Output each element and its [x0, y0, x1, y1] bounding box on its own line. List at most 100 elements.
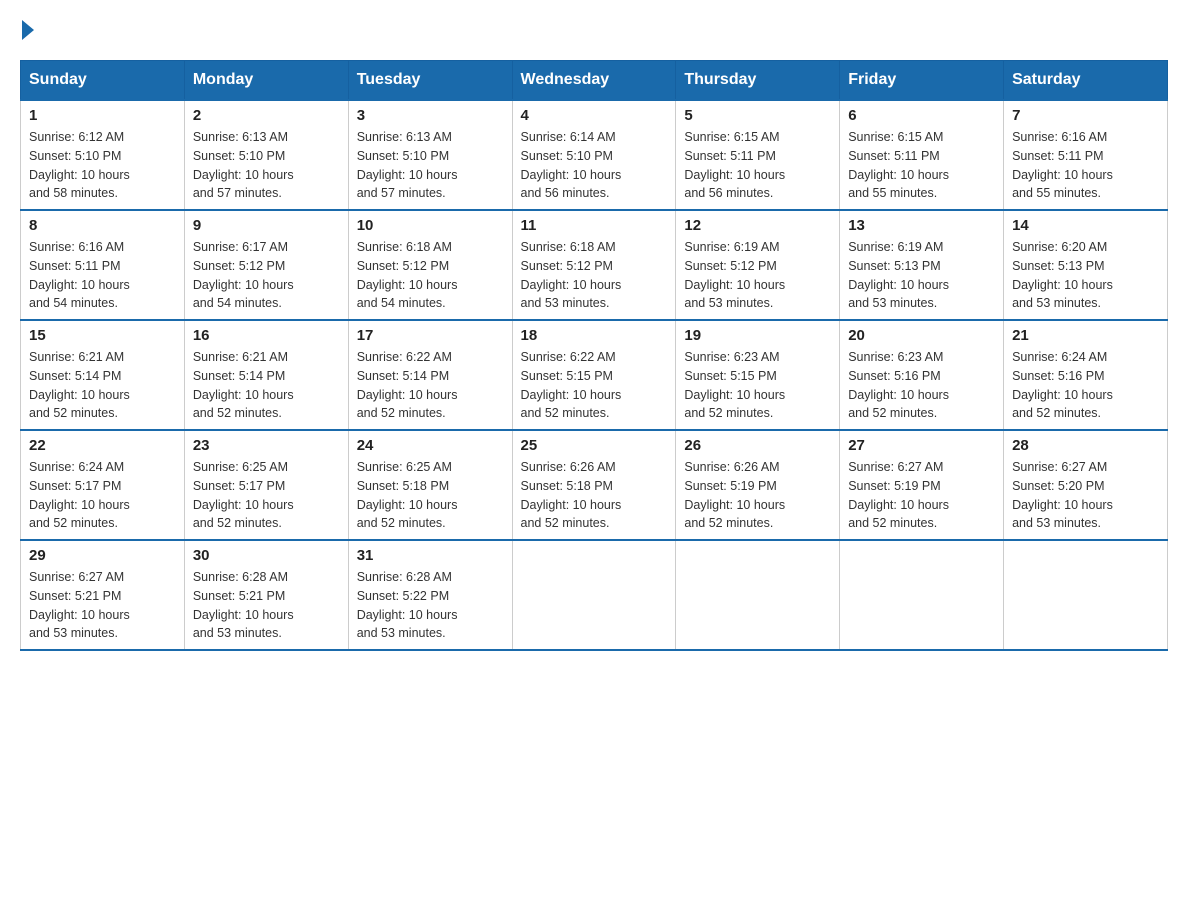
day-info: Sunrise: 6:16 AMSunset: 5:11 PMDaylight:…: [29, 238, 176, 313]
day-number: 27: [848, 437, 995, 454]
calendar-cell: 17 Sunrise: 6:22 AMSunset: 5:14 PMDayligh…: [348, 320, 512, 430]
day-number: 15: [29, 327, 176, 344]
day-number: 12: [684, 217, 831, 234]
calendar-week-2: 8 Sunrise: 6:16 AMSunset: 5:11 PMDaylight…: [21, 210, 1168, 320]
day-info: Sunrise: 6:26 AMSunset: 5:19 PMDaylight:…: [684, 458, 831, 533]
calendar-cell: 11 Sunrise: 6:18 AMSunset: 5:12 PMDayligh…: [512, 210, 676, 320]
calendar-cell: 31 Sunrise: 6:28 AMSunset: 5:22 PMDayligh…: [348, 540, 512, 650]
day-number: 9: [193, 217, 340, 234]
day-info: Sunrise: 6:19 AMSunset: 5:12 PMDaylight:…: [684, 238, 831, 313]
day-of-week-sunday: Sunday: [21, 61, 185, 101]
day-of-week-saturday: Saturday: [1004, 61, 1168, 101]
day-number: 21: [1012, 327, 1159, 344]
day-info: Sunrise: 6:12 AMSunset: 5:10 PMDaylight:…: [29, 128, 176, 203]
calendar-cell: 12 Sunrise: 6:19 AMSunset: 5:12 PMDayligh…: [676, 210, 840, 320]
calendar-week-3: 15 Sunrise: 6:21 AMSunset: 5:14 PMDayligh…: [21, 320, 1168, 430]
day-number: 1: [29, 107, 176, 124]
day-of-week-monday: Monday: [184, 61, 348, 101]
day-number: 7: [1012, 107, 1159, 124]
calendar-cell: 6Sunrise: 6:15 AMSunset: 5:11 PMDaylight…: [840, 100, 1004, 210]
calendar-week-1: 1 Sunrise: 6:12 AMSunset: 5:10 PMDaylight…: [21, 100, 1168, 210]
day-info: Sunrise: 6:28 AMSunset: 5:22 PMDaylight:…: [357, 568, 504, 643]
calendar-cell: [512, 540, 676, 650]
day-number: 11: [521, 217, 668, 234]
calendar-cell: [1004, 540, 1168, 650]
day-number: 13: [848, 217, 995, 234]
calendar-cell: 29 Sunrise: 6:27 AMSunset: 5:21 PMDayligh…: [21, 540, 185, 650]
calendar-header-row: SundayMondayTuesdayWednesdayThursdayFrid…: [21, 61, 1168, 101]
day-number: 4: [521, 107, 668, 124]
day-info: Sunrise: 6:23 AMSunset: 5:15 PMDaylight:…: [684, 348, 831, 423]
day-info: Sunrise: 6:13 AMSunset: 5:10 PMDaylight:…: [357, 128, 504, 203]
calendar-table: SundayMondayTuesdayWednesdayThursdayFrid…: [20, 60, 1168, 651]
day-number: 29: [29, 547, 176, 564]
day-info: Sunrise: 6:21 AMSunset: 5:14 PMDaylight:…: [193, 348, 340, 423]
calendar-cell: 22 Sunrise: 6:24 AMSunset: 5:17 PMDayligh…: [21, 430, 185, 540]
calendar-cell: 1 Sunrise: 6:12 AMSunset: 5:10 PMDaylight…: [21, 100, 185, 210]
day-info: Sunrise: 6:20 AMSunset: 5:13 PMDaylight:…: [1012, 238, 1159, 313]
calendar-cell: 3Sunrise: 6:13 AMSunset: 5:10 PMDaylight…: [348, 100, 512, 210]
day-info: Sunrise: 6:16 AMSunset: 5:11 PMDaylight:…: [1012, 128, 1159, 203]
day-number: 30: [193, 547, 340, 564]
day-number: 25: [521, 437, 668, 454]
day-number: 26: [684, 437, 831, 454]
day-info: Sunrise: 6:15 AMSunset: 5:11 PMDaylight:…: [848, 128, 995, 203]
day-info: Sunrise: 6:24 AMSunset: 5:16 PMDaylight:…: [1012, 348, 1159, 423]
calendar-cell: [676, 540, 840, 650]
day-info: Sunrise: 6:22 AMSunset: 5:15 PMDaylight:…: [521, 348, 668, 423]
day-number: 18: [521, 327, 668, 344]
day-info: Sunrise: 6:18 AMSunset: 5:12 PMDaylight:…: [521, 238, 668, 313]
day-number: 22: [29, 437, 176, 454]
day-info: Sunrise: 6:28 AMSunset: 5:21 PMDaylight:…: [193, 568, 340, 643]
day-number: 20: [848, 327, 995, 344]
day-of-week-thursday: Thursday: [676, 61, 840, 101]
calendar-cell: [840, 540, 1004, 650]
calendar-week-4: 22 Sunrise: 6:24 AMSunset: 5:17 PMDayligh…: [21, 430, 1168, 540]
day-number: 31: [357, 547, 504, 564]
day-info: Sunrise: 6:19 AMSunset: 5:13 PMDaylight:…: [848, 238, 995, 313]
day-number: 5: [684, 107, 831, 124]
calendar-week-5: 29 Sunrise: 6:27 AMSunset: 5:21 PMDayligh…: [21, 540, 1168, 650]
day-info: Sunrise: 6:13 AMSunset: 5:10 PMDaylight:…: [193, 128, 340, 203]
calendar-cell: 30 Sunrise: 6:28 AMSunset: 5:21 PMDayligh…: [184, 540, 348, 650]
day-of-week-tuesday: Tuesday: [348, 61, 512, 101]
day-number: 24: [357, 437, 504, 454]
logo: [20, 20, 36, 40]
day-number: 14: [1012, 217, 1159, 234]
day-info: Sunrise: 6:21 AMSunset: 5:14 PMDaylight:…: [29, 348, 176, 423]
calendar-cell: 24Sunrise: 6:25 AMSunset: 5:18 PMDayligh…: [348, 430, 512, 540]
day-info: Sunrise: 6:22 AMSunset: 5:14 PMDaylight:…: [357, 348, 504, 423]
day-of-week-wednesday: Wednesday: [512, 61, 676, 101]
day-number: 2: [193, 107, 340, 124]
calendar-cell: 25 Sunrise: 6:26 AMSunset: 5:18 PMDayligh…: [512, 430, 676, 540]
day-info: Sunrise: 6:25 AMSunset: 5:17 PMDaylight:…: [193, 458, 340, 533]
day-info: Sunrise: 6:27 AMSunset: 5:19 PMDaylight:…: [848, 458, 995, 533]
day-info: Sunrise: 6:15 AMSunset: 5:11 PMDaylight:…: [684, 128, 831, 203]
page-header: [20, 20, 1168, 40]
day-info: Sunrise: 6:17 AMSunset: 5:12 PMDaylight:…: [193, 238, 340, 313]
calendar-cell: 14 Sunrise: 6:20 AMSunset: 5:13 PMDayligh…: [1004, 210, 1168, 320]
calendar-cell: 26 Sunrise: 6:26 AMSunset: 5:19 PMDayligh…: [676, 430, 840, 540]
day-info: Sunrise: 6:27 AMSunset: 5:21 PMDaylight:…: [29, 568, 176, 643]
day-info: Sunrise: 6:26 AMSunset: 5:18 PMDaylight:…: [521, 458, 668, 533]
day-number: 17: [357, 327, 504, 344]
day-info: Sunrise: 6:23 AMSunset: 5:16 PMDaylight:…: [848, 348, 995, 423]
calendar-cell: 4Sunrise: 6:14 AMSunset: 5:10 PMDaylight…: [512, 100, 676, 210]
calendar-cell: 7 Sunrise: 6:16 AMSunset: 5:11 PMDaylight…: [1004, 100, 1168, 210]
day-number: 8: [29, 217, 176, 234]
day-number: 10: [357, 217, 504, 234]
calendar-cell: 19 Sunrise: 6:23 AMSunset: 5:15 PMDayligh…: [676, 320, 840, 430]
calendar-cell: 27 Sunrise: 6:27 AMSunset: 5:19 PMDayligh…: [840, 430, 1004, 540]
calendar-cell: 28Sunrise: 6:27 AMSunset: 5:20 PMDayligh…: [1004, 430, 1168, 540]
calendar-cell: 2 Sunrise: 6:13 AMSunset: 5:10 PMDaylight…: [184, 100, 348, 210]
logo-arrow-icon: [22, 20, 34, 40]
day-info: Sunrise: 6:24 AMSunset: 5:17 PMDaylight:…: [29, 458, 176, 533]
day-number: 19: [684, 327, 831, 344]
calendar-cell: 23Sunrise: 6:25 AMSunset: 5:17 PMDayligh…: [184, 430, 348, 540]
day-info: Sunrise: 6:18 AMSunset: 5:12 PMDaylight:…: [357, 238, 504, 313]
calendar-cell: 21 Sunrise: 6:24 AMSunset: 5:16 PMDayligh…: [1004, 320, 1168, 430]
calendar-cell: 10 Sunrise: 6:18 AMSunset: 5:12 PMDayligh…: [348, 210, 512, 320]
calendar-cell: 8 Sunrise: 6:16 AMSunset: 5:11 PMDaylight…: [21, 210, 185, 320]
calendar-cell: 15 Sunrise: 6:21 AMSunset: 5:14 PMDayligh…: [21, 320, 185, 430]
day-of-week-friday: Friday: [840, 61, 1004, 101]
